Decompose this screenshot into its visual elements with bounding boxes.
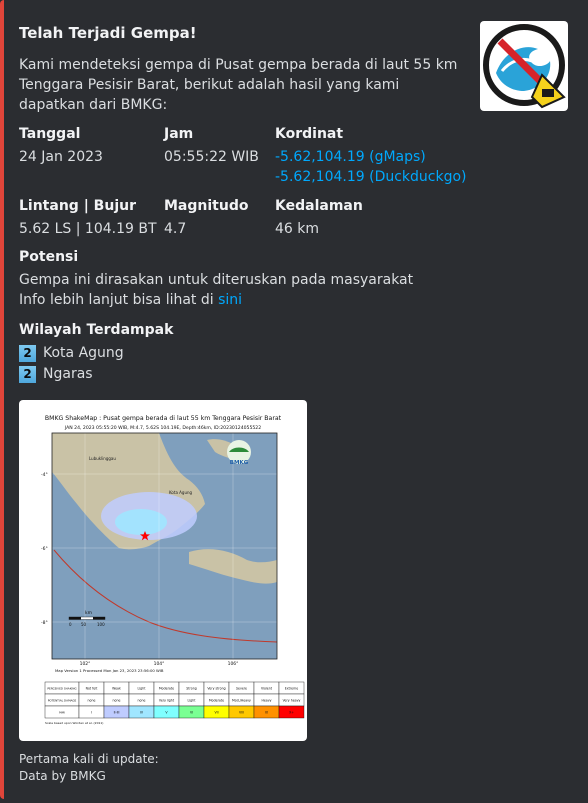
lintang-bujur-label: Lintang | Bujur bbox=[19, 198, 136, 214]
lat-tick: -8° bbox=[41, 620, 48, 626]
potensi-line2-prefix: Info lebih lanjut bisa lihat di bbox=[19, 292, 219, 308]
kedalaman-value: 46 km bbox=[275, 221, 320, 237]
shakemap-map: BMKG Lubuklinggau Kota Agung km 0 50 100 bbox=[51, 432, 278, 660]
wilayah-label: Wilayah Terdampak bbox=[19, 322, 174, 338]
gmaps-link[interactable]: -5.62,104.19 (gMaps) bbox=[275, 149, 426, 165]
footer-source: Data by BMKG bbox=[19, 769, 106, 783]
jam-label: Jam bbox=[164, 126, 194, 142]
legend-row-label: PERCEIVED SHAKING bbox=[47, 687, 76, 691]
shakemap-processed: Map Version 1 Processed Mon Jan 23, 2023… bbox=[55, 668, 164, 673]
legend-cell-text: VIII bbox=[239, 711, 244, 715]
legend-cell-text: Weak bbox=[112, 687, 121, 691]
kordinat-label: Kordinat bbox=[275, 126, 344, 142]
lon-tick: 102° bbox=[80, 661, 91, 667]
legend-cell-text: Very heavy bbox=[283, 699, 301, 703]
svg-text:50: 50 bbox=[81, 622, 87, 627]
mmi-badge: 2 bbox=[19, 365, 36, 383]
kedalaman-label: Kedalaman bbox=[275, 198, 363, 214]
lon-tick: 104° bbox=[154, 661, 165, 667]
legend-row-label: MMI bbox=[59, 711, 65, 715]
region-item: 2 Ngaras bbox=[19, 364, 93, 384]
region-item: 2 Kota Agung bbox=[19, 343, 124, 363]
legend-cell-text: VII bbox=[214, 711, 218, 715]
potensi-label: Potensi bbox=[19, 249, 79, 265]
jam-value: 05:55:22 WIB bbox=[164, 149, 259, 165]
duckduckgo-link[interactable]: -5.62,104.19 (Duckduckgo) bbox=[275, 169, 467, 185]
magnitudo-label: Magnitudo bbox=[164, 198, 249, 214]
legend-cell-text: Extreme bbox=[285, 687, 298, 691]
shakemap-subtitle: JAN 24, 2023 05:55:20 WIB, M:4.7, 5.62S … bbox=[64, 425, 261, 431]
legend-cell-text: none bbox=[138, 699, 146, 703]
lat-tick: -6° bbox=[41, 546, 48, 552]
embed-description: Kami mendeteksi gempa di Pusat gempa ber… bbox=[19, 57, 458, 113]
tanggal-value: 24 Jan 2023 bbox=[19, 149, 103, 165]
legend-cell-text: X+ bbox=[289, 711, 294, 715]
legend-cell-text: none bbox=[88, 699, 96, 703]
earthquake-embed: Telah Terjadi Gempa! Kami mendeteksi gem… bbox=[0, 0, 584, 799]
legend-cell-text: Moderate bbox=[209, 699, 224, 703]
magnitudo-value: 4.7 bbox=[164, 221, 187, 237]
legend-cell-text: Mod./Heavy bbox=[232, 699, 251, 703]
mmi-badge: 2 bbox=[19, 344, 36, 362]
legend-cell-text: Light bbox=[188, 699, 197, 703]
potensi-value: Gempa ini dirasakan untuk diteruskan pad… bbox=[19, 270, 469, 310]
legend-cell-text: Very strong bbox=[207, 687, 225, 691]
lat-tick: -4° bbox=[41, 472, 48, 478]
bmkg-logo: BMKG bbox=[227, 440, 251, 466]
legend-cell-text: Severe bbox=[236, 687, 247, 691]
svg-text:Kota Agung: Kota Agung bbox=[169, 490, 193, 495]
shakemap-footnote: Scale based upon Worden et al. (2011) bbox=[45, 721, 103, 725]
mmi-legend: PERCEIVED SHAKING Not felt Weak Light Modera… bbox=[44, 681, 305, 719]
potensi-line1: Gempa ini dirasakan untuk diteruskan pad… bbox=[19, 272, 414, 288]
svg-text:km: km bbox=[85, 610, 92, 616]
shakemap-image[interactable]: BMKG ShakeMap : Pusat gempa berada di la… bbox=[19, 400, 307, 741]
legend-row-label: POTENTIAL DAMAGE bbox=[48, 699, 77, 703]
tanggal-label: Tanggal bbox=[19, 126, 81, 142]
lintang-bujur-value: 5.62 LS | 104.19 BT bbox=[19, 221, 157, 237]
svg-text:Lubuklinggau: Lubuklinggau bbox=[89, 456, 116, 461]
legend-cell-text: Heavy bbox=[261, 699, 271, 703]
legend-cell-text: II-III bbox=[114, 711, 120, 715]
region-name: Kota Agung bbox=[43, 345, 124, 361]
tsunami-icon[interactable] bbox=[480, 21, 568, 111]
legend-cell-text: VI bbox=[190, 711, 193, 715]
info-link[interactable]: sini bbox=[218, 292, 242, 308]
svg-text:BMKG: BMKG bbox=[230, 460, 249, 466]
legend-cell-text: I bbox=[91, 711, 92, 715]
svg-text:100: 100 bbox=[97, 622, 105, 627]
lon-tick: 106° bbox=[228, 661, 239, 667]
shakemap-title: BMKG ShakeMap : Pusat gempa berada di la… bbox=[45, 415, 282, 422]
legend-cell-text: Light bbox=[138, 687, 147, 691]
legend-cell-text: Violent bbox=[261, 687, 273, 691]
legend-cell-text: Not felt bbox=[86, 687, 99, 691]
region-name: Ngaras bbox=[43, 366, 93, 382]
legend-cell-text: Very light bbox=[159, 699, 175, 703]
legend-cell-text: Moderate bbox=[159, 687, 174, 691]
embed-title: Telah Terjadi Gempa! bbox=[19, 24, 197, 42]
legend-cell-text: none bbox=[113, 699, 121, 703]
footer-updated: Pertama kali di update: bbox=[19, 752, 159, 766]
legend-cell-text: Strong bbox=[186, 687, 197, 691]
